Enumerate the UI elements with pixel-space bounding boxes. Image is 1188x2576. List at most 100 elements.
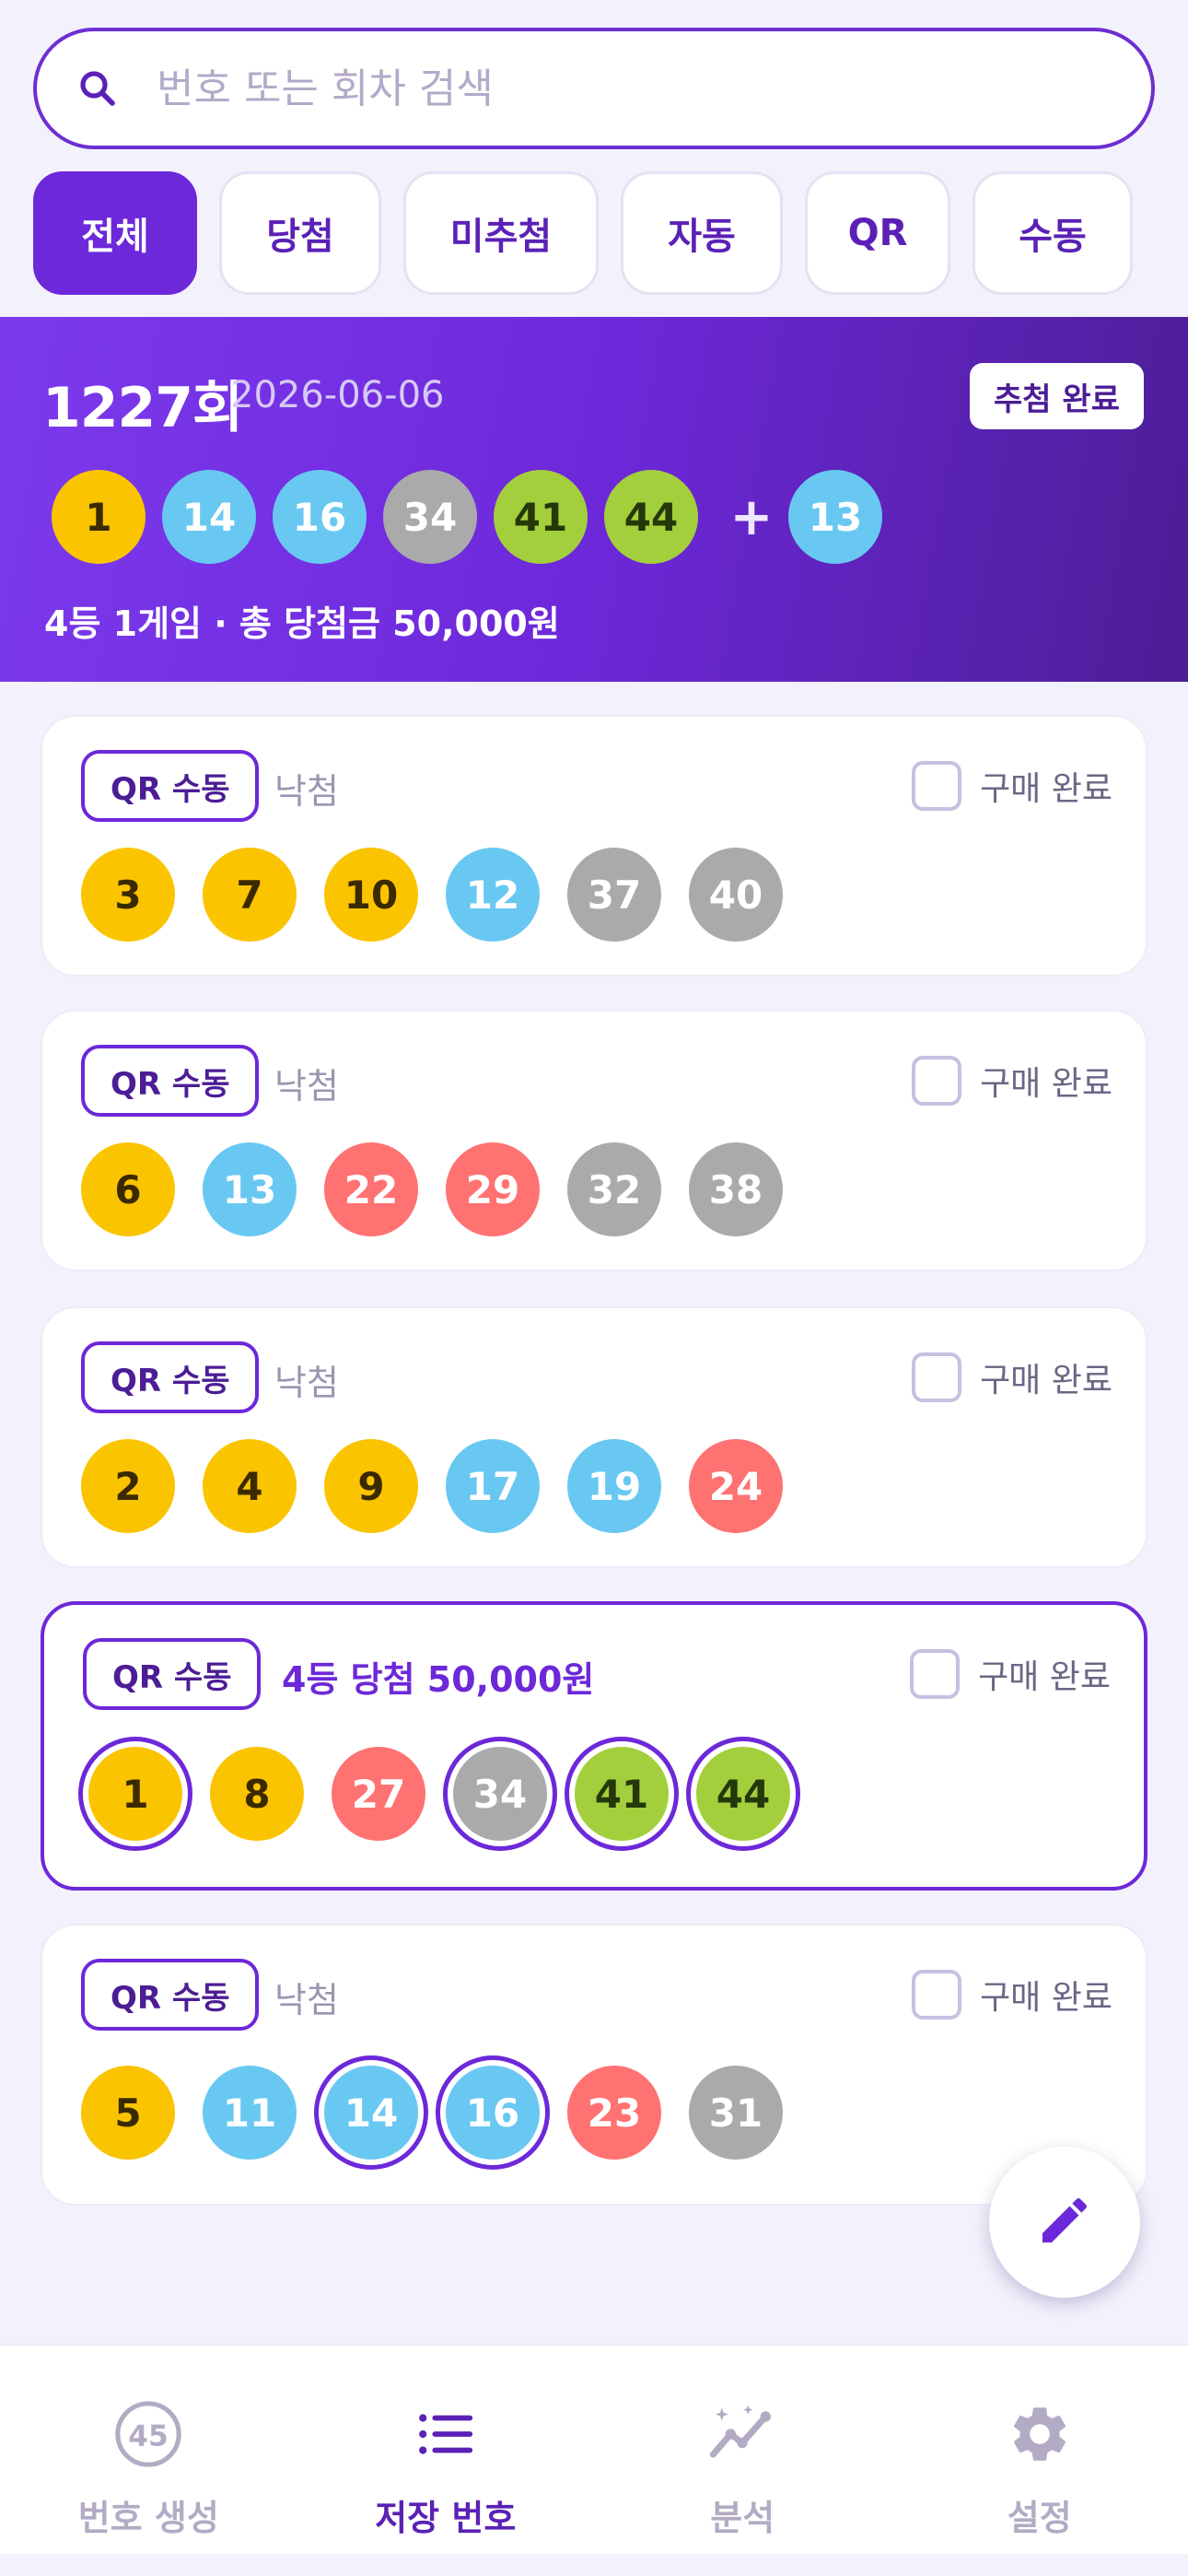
ticket-result: 낙첨	[274, 1066, 339, 1107]
number-ball: 14	[324, 2066, 418, 2160]
purchase-label: 구매 완료	[980, 1979, 1112, 2017]
ticket-numbers: 5 11 14 16 23 31	[81, 2066, 810, 2160]
number-ball: 2	[81, 1439, 175, 1533]
draw-date: 2026-06-06	[230, 374, 445, 416]
search-input[interactable]	[157, 64, 1077, 112]
winning-ball: 44	[604, 470, 698, 564]
search-icon	[70, 61, 125, 116]
nav-label: 번호 생성	[77, 2498, 219, 2538]
ticket-type-tag: QR 수동	[81, 1959, 260, 2031]
purchase-label: 구매 완료	[980, 770, 1112, 808]
purchase-label: 구매 완료	[980, 1362, 1112, 1399]
number-ball: 16	[446, 2066, 540, 2160]
ticket-card[interactable]: QR 수동 낙첨 구매 완료 3 7 10 12 37 40	[41, 715, 1147, 977]
number-ball: 6	[81, 1142, 175, 1236]
nav-label: 저장 번호	[375, 2498, 517, 2538]
ticket-type-tag: QR 수동	[83, 1638, 262, 1710]
edit-fab-button[interactable]	[989, 2147, 1140, 2298]
ticket-result: 낙첨	[274, 1980, 339, 2020]
filter-chip-all[interactable]: 전체	[33, 171, 197, 295]
number-ball: 22	[324, 1142, 418, 1236]
purchase-toggle[interactable]: 구매 완료	[912, 1056, 1112, 1106]
filter-chip-auto[interactable]: 자동	[621, 171, 783, 295]
search-bar[interactable]	[33, 28, 1155, 149]
number-ball: 3	[81, 848, 175, 942]
number-ball: 41	[575, 1747, 669, 1841]
number-ball: 13	[203, 1142, 297, 1236]
number-ball: 17	[446, 1439, 540, 1533]
number-ball: 37	[567, 848, 661, 942]
number-ball: 8	[210, 1747, 304, 1841]
purchase-toggle[interactable]: 구매 완료	[912, 1352, 1112, 1402]
number-ball: 32	[567, 1142, 661, 1236]
filter-chips: 전체 당첨 미추첨 자동 QR 수동	[33, 171, 1133, 295]
number-ball: 10	[324, 848, 418, 942]
draw-status-badge: 추첨 완료	[970, 363, 1144, 429]
draw-round: 1227회	[42, 376, 243, 440]
nav-item-settings[interactable]: 설정	[891, 2346, 1188, 2554]
winning-ball: 16	[273, 470, 367, 564]
plus-sign: +	[729, 486, 774, 547]
purchase-checkbox[interactable]	[912, 761, 962, 811]
number-ball: 44	[696, 1747, 790, 1841]
purchase-label: 구매 완료	[978, 1658, 1111, 1696]
number-ball: 23	[567, 2066, 661, 2160]
purchase-checkbox[interactable]	[912, 1056, 962, 1106]
ticket-card[interactable]: QR 수동 낙첨 구매 완료 2 4 9 17 19 24	[41, 1306, 1147, 1568]
number-ball: 24	[689, 1439, 783, 1533]
filter-chip-won[interactable]: 당첨	[219, 171, 381, 295]
filter-chip-qr[interactable]: QR	[805, 171, 950, 295]
number-ball: 1	[88, 1747, 182, 1841]
pencil-icon	[1035, 2191, 1094, 2254]
filter-chip-manual[interactable]: 수동	[973, 171, 1133, 295]
winning-ball: 1	[52, 470, 146, 564]
number-ball: 9	[324, 1439, 418, 1533]
ticket-type-tag: QR 수동	[81, 750, 260, 822]
bonus-ball: 13	[788, 470, 882, 564]
nav-label: 분석	[710, 2498, 775, 2538]
ticket-result: 4등 당첨 50,000원	[282, 1659, 595, 1700]
ticket-card[interactable]: QR 수동 낙첨 구매 완료 6 13 22 29 32 38	[41, 1010, 1147, 1271]
svg-text:45: 45	[129, 2420, 169, 2453]
purchase-label: 구매 완료	[980, 1065, 1112, 1103]
number-ball: 11	[203, 2066, 297, 2160]
ticket-numbers: 3 7 10 12 37 40	[81, 848, 810, 942]
purchase-toggle[interactable]: 구매 완료	[910, 1649, 1111, 1699]
gear-icon	[1003, 2397, 1077, 2471]
ticket-numbers: 2 4 9 17 19 24	[81, 1439, 810, 1533]
latest-draw-banner: 1227회 2026-06-06 추첨 완료 1 14 16 34 41 44 …	[0, 317, 1188, 682]
nav-label: 설정	[1007, 2498, 1072, 2538]
home-indicator-area	[0, 2554, 1188, 2576]
bottom-navigation: 45 번호 생성 저장 번호 분석 설정	[0, 2344, 1188, 2554]
winning-ball: 34	[383, 470, 477, 564]
ticket-card[interactable]: QR 수동 낙첨 구매 완료 5 11 14 16 23 31	[41, 1924, 1147, 2206]
number-ball: 38	[689, 1142, 783, 1236]
number-ball: 4	[203, 1439, 297, 1533]
number-ball: 12	[446, 848, 540, 942]
purchase-toggle[interactable]: 구매 완료	[912, 761, 1112, 811]
ticket-numbers: 1 8 27 34 41 44	[88, 1747, 818, 1841]
number-ball: 27	[332, 1747, 425, 1841]
number-ball: 29	[446, 1142, 540, 1236]
purchase-checkbox[interactable]	[910, 1649, 961, 1699]
ticket-card-winning[interactable]: QR 수동 4등 당첨 50,000원 구매 완료 1 8 27 34 41 4…	[41, 1601, 1147, 1891]
ticket-type-tag: QR 수동	[81, 1341, 260, 1413]
purchase-toggle[interactable]: 구매 완료	[912, 1970, 1112, 2020]
ticket-numbers: 6 13 22 29 32 38	[81, 1142, 810, 1236]
nav-item-analysis[interactable]: 분석	[594, 2346, 891, 2554]
analytics-sparkle-icon	[705, 2397, 779, 2471]
purchase-checkbox[interactable]	[912, 1352, 962, 1402]
number-ball: 40	[689, 848, 783, 942]
nav-item-saved[interactable]: 저장 번호	[297, 2346, 595, 2554]
number-ball: 7	[203, 848, 297, 942]
purchase-checkbox[interactable]	[912, 1970, 962, 2020]
ticket-type-tag: QR 수동	[81, 1045, 260, 1117]
ticket-result: 낙첨	[274, 771, 339, 812]
number-ball: 34	[453, 1747, 547, 1841]
number-ball: 19	[567, 1439, 661, 1533]
winning-numbers: 1 14 16 34 41 44 + 13	[52, 470, 899, 564]
filter-chip-undrawn[interactable]: 미추첨	[403, 171, 599, 295]
winning-ball: 41	[494, 470, 588, 564]
nav-item-generate[interactable]: 45 번호 생성	[0, 2346, 297, 2554]
list-icon	[409, 2397, 483, 2471]
